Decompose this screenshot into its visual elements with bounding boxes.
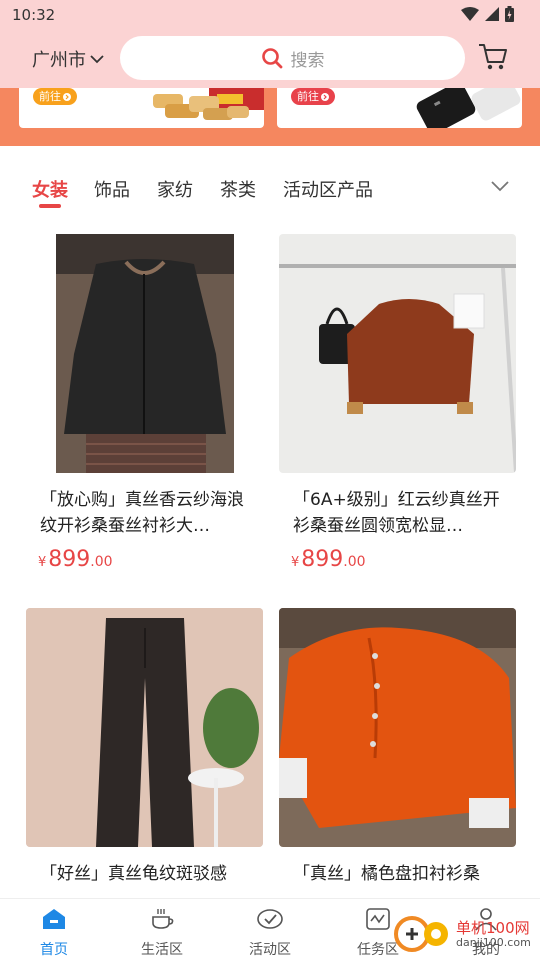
product-image[interactable] [26, 608, 263, 847]
category-tabs: 女装 饰品 家纺 茶类 活动区产品 [0, 168, 540, 212]
power-bank-image [416, 88, 521, 128]
active-tab-indicator [39, 204, 61, 208]
product-title[interactable]: 「放心购」真丝香云纱海浪纹开衫桑蚕丝衬衫大… [26, 487, 263, 539]
tab-accessories[interactable]: 饰品 [94, 176, 130, 202]
product-price: ¥ 899 .00 [38, 547, 113, 572]
watermark: 单机100网 danji100.com [392, 914, 531, 954]
chevron-down-icon [90, 55, 104, 64]
nav-home[interactable]: 首页 [14, 907, 94, 959]
banner-goto-button[interactable]: 前往 [33, 88, 77, 105]
product-image[interactable] [26, 234, 263, 473]
product-image[interactable] [279, 608, 516, 847]
check-badge-icon [257, 909, 283, 929]
task-icon [366, 908, 390, 930]
product-price: ¥ 899 .00 [291, 547, 366, 572]
nav-life[interactable]: 生活区 [122, 907, 202, 959]
coffee-icon [152, 909, 174, 929]
chevron-right-icon [321, 92, 329, 101]
banner-card-snacks[interactable]: 前往 [19, 88, 264, 128]
wifi-icon [461, 7, 479, 21]
tab-women[interactable]: 女装 [32, 176, 68, 202]
watermark-logo-icon [394, 916, 448, 952]
status-bar: 10:32 [0, 0, 540, 30]
main-content: 女装 饰品 家纺 茶类 活动区产品 「放心购」真丝香云纱海浪纹开衫桑蚕丝衬衫大…… [0, 146, 540, 898]
product-card[interactable]: 「6A+级别」红云纱真丝开衫桑蚕丝圆领宽松显… ¥ 899 .00 [279, 234, 516, 572]
product-image[interactable] [279, 234, 516, 473]
banner-goto-button[interactable]: 前往 [291, 88, 335, 105]
status-icons [461, 6, 514, 22]
battery-icon [505, 6, 514, 22]
status-time: 10:32 [12, 6, 56, 24]
watermark-sub: danji100.com [456, 935, 531, 949]
signal-icon [485, 7, 499, 21]
product-card[interactable]: 「真丝」橘色盘扣衬衫桑 [279, 608, 516, 913]
home-icon [43, 909, 65, 929]
watermark-title: 单机100网 [456, 918, 530, 937]
tab-home-textile[interactable]: 家纺 [157, 176, 193, 202]
banner-card-electronics[interactable]: 前往 [277, 88, 522, 128]
tab-activity-products[interactable]: 活动区产品 [283, 176, 373, 202]
city-label: 广州市 [32, 50, 86, 71]
nav-activity[interactable]: 活动区 [230, 907, 310, 959]
chevron-right-icon [63, 92, 71, 101]
cart-icon[interactable] [477, 42, 509, 72]
city-selector[interactable]: 广州市 [32, 46, 104, 72]
search-icon [261, 48, 282, 69]
tab-tea[interactable]: 茶类 [220, 176, 256, 202]
chevron-down-icon[interactable] [490, 180, 510, 192]
product-card[interactable]: 「好丝」真丝龟纹斑驳感 [26, 608, 263, 913]
search-placeholder: 搜索 [290, 50, 325, 71]
banner-strip: 前往 前往 [0, 88, 540, 146]
header: 广州市 搜索 [0, 30, 540, 88]
snack-product-image [153, 88, 264, 120]
search-input[interactable]: 搜索 [120, 36, 465, 80]
product-card[interactable]: 「放心购」真丝香云纱海浪纹开衫桑蚕丝衬衫大… ¥ 899 .00 [26, 234, 263, 572]
product-title[interactable]: 「6A+级别」红云纱真丝开衫桑蚕丝圆领宽松显… [279, 487, 516, 539]
